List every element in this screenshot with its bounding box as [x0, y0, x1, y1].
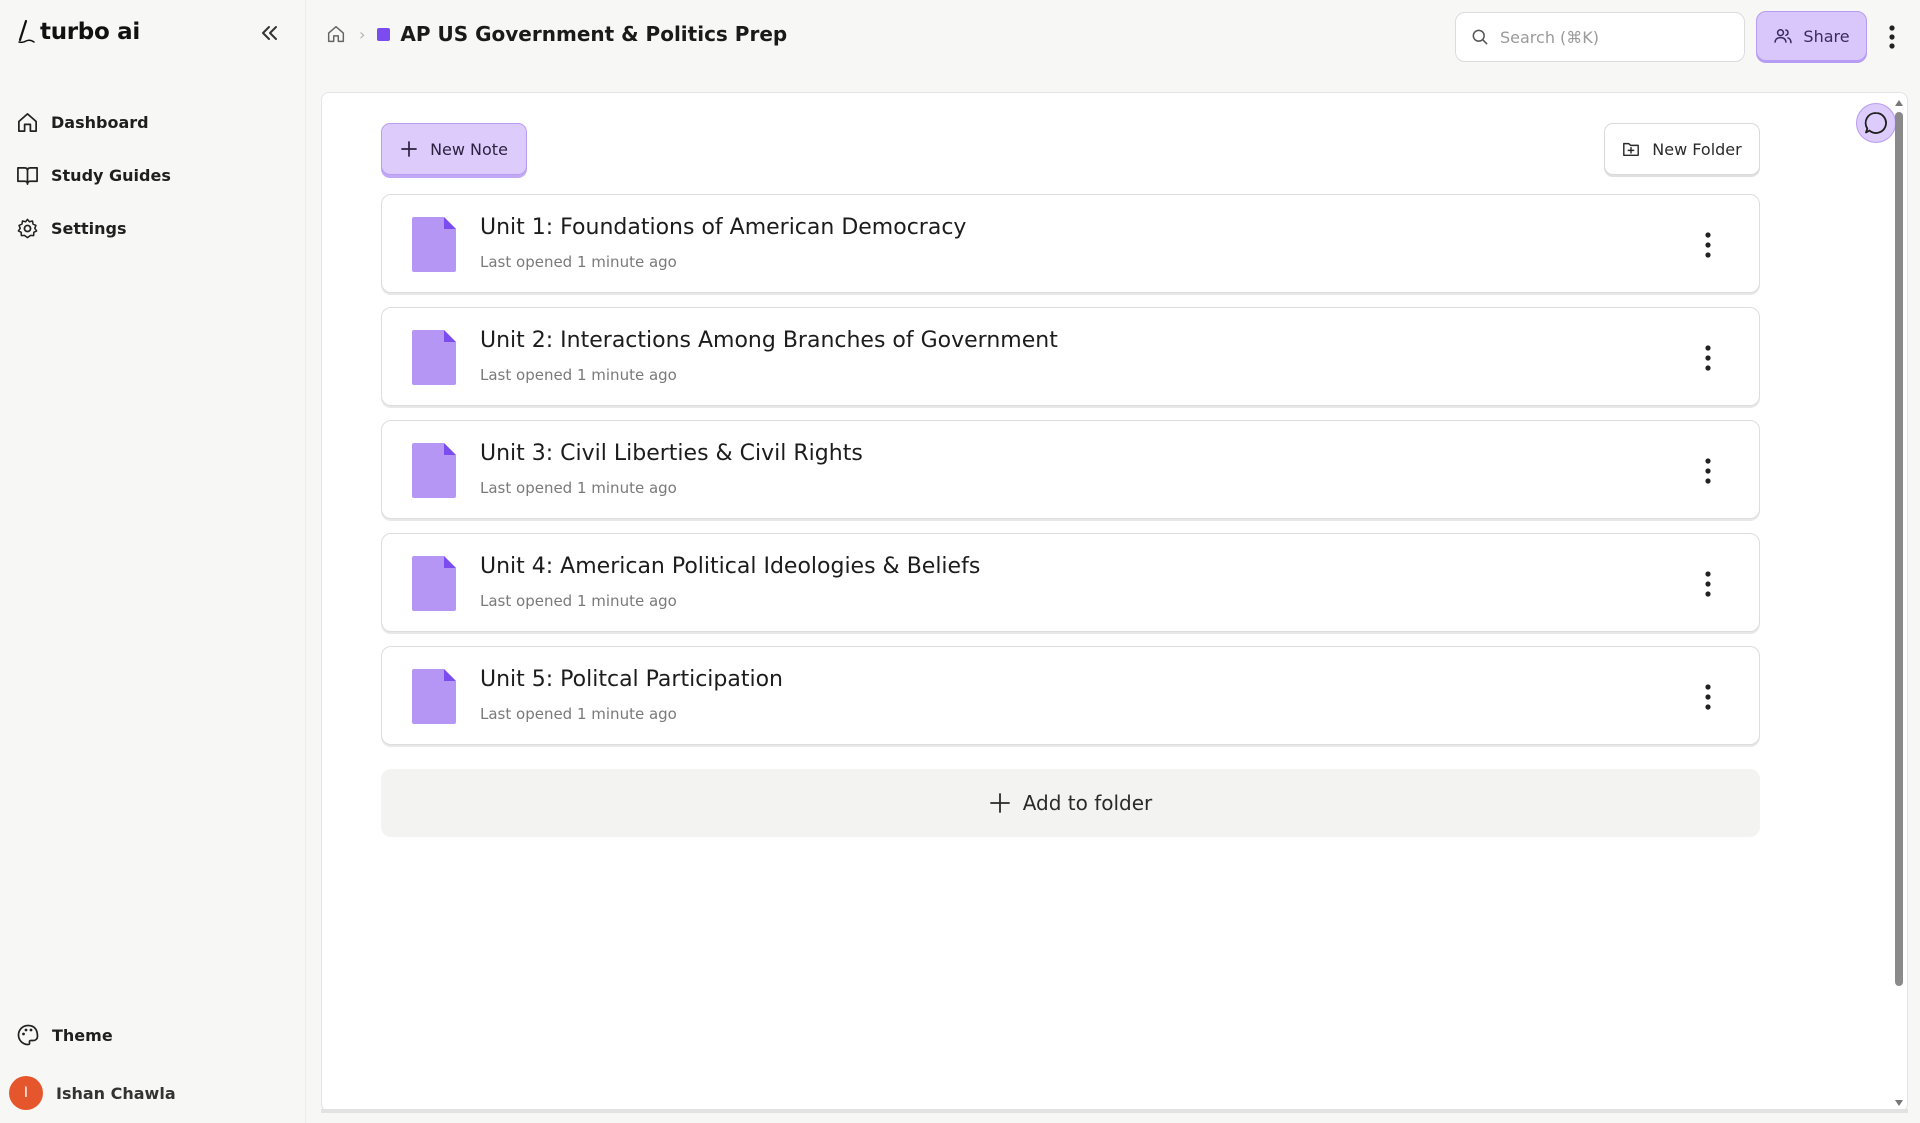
note-card[interactable]: Unit 4: American Political Ideologies & …	[381, 533, 1760, 632]
note-more-button[interactable]	[1698, 568, 1718, 600]
add-to-folder-button[interactable]: Add to folder	[381, 769, 1760, 837]
more-vertical-icon	[1889, 25, 1895, 49]
scroll-thumb[interactable]	[1895, 112, 1903, 986]
more-vertical-icon	[1705, 684, 1711, 710]
breadcrumb-home[interactable]	[325, 23, 347, 45]
scroll-down-arrow[interactable]	[1895, 1100, 1903, 1106]
note-last-opened: Last opened 1 minute ago	[480, 479, 677, 497]
scroll-up-arrow[interactable]	[1895, 100, 1903, 106]
palette-icon	[17, 1024, 39, 1046]
sidebar-item-label: Study Guides	[51, 166, 171, 185]
sidebar: turbo ai Dashboard Study Guides Settings	[0, 0, 306, 1123]
book-icon	[17, 166, 38, 185]
note-title: Unit 1: Foundations of American Democrac…	[480, 215, 967, 240]
folder-color-swatch	[377, 27, 391, 41]
sidebar-nav: Dashboard Study Guides Settings	[16, 96, 171, 255]
folder-plus-icon	[1623, 142, 1640, 157]
page-title: AP US Government & Politics Prep	[400, 22, 788, 46]
gear-icon	[17, 218, 38, 239]
sidebar-item-study-guides[interactable]: Study Guides	[16, 149, 171, 202]
note-card[interactable]: Unit 2: Interactions Among Branches of G…	[381, 307, 1760, 406]
more-options-button[interactable]	[1880, 22, 1904, 52]
home-icon	[327, 25, 345, 43]
search-input[interactable]	[1500, 27, 1720, 47]
chat-bubble-icon	[1864, 112, 1887, 134]
more-vertical-icon	[1705, 345, 1711, 371]
note-title: Unit 5: Politcal Participation	[480, 667, 783, 692]
horizontal-scroll-track	[321, 1109, 1908, 1113]
more-vertical-icon	[1705, 232, 1711, 258]
note-more-button[interactable]	[1698, 229, 1718, 261]
note-title: Unit 2: Interactions Among Branches of G…	[480, 328, 1058, 353]
chat-button[interactable]	[1856, 103, 1896, 143]
chevrons-left-icon	[262, 26, 277, 40]
new-folder-button[interactable]: New Folder	[1604, 123, 1760, 175]
more-vertical-icon	[1705, 571, 1711, 597]
breadcrumb: › AP US Government & Politics Prep	[325, 22, 787, 46]
app-logo[interactable]: turbo ai	[14, 18, 140, 46]
note-card[interactable]: Unit 5: Politcal Participation Last open…	[381, 646, 1760, 745]
users-icon	[1774, 28, 1793, 44]
note-card[interactable]: Unit 1: Foundations of American Democrac…	[381, 194, 1760, 293]
note-last-opened: Last opened 1 minute ago	[480, 592, 677, 610]
note-more-button[interactable]	[1698, 455, 1718, 487]
user-profile[interactable]: I Ishan Chawla	[9, 1076, 176, 1110]
search-icon	[1472, 29, 1488, 45]
note-more-button[interactable]	[1698, 342, 1718, 374]
breadcrumb-separator: ›	[359, 24, 366, 44]
plus-icon	[989, 793, 1010, 813]
document-icon	[412, 443, 456, 498]
search-bar[interactable]	[1455, 12, 1745, 62]
user-name: Ishan Chawla	[56, 1083, 176, 1103]
more-vertical-icon	[1705, 458, 1711, 484]
avatar: I	[9, 1076, 43, 1110]
share-label: Share	[1803, 26, 1850, 46]
breadcrumb-folder[interactable]: AP US Government & Politics Prep	[377, 22, 787, 46]
new-folder-label: New Folder	[1652, 139, 1742, 159]
sidebar-item-dashboard[interactable]: Dashboard	[16, 96, 171, 149]
new-note-label: New Note	[430, 139, 508, 159]
document-icon	[412, 330, 456, 385]
note-last-opened: Last opened 1 minute ago	[480, 705, 677, 723]
home-icon	[18, 113, 37, 132]
pen-logo-icon	[18, 19, 35, 44]
document-icon	[412, 556, 456, 611]
app-name: turbo ai	[40, 19, 140, 45]
notes-list: Unit 1: Foundations of American Democrac…	[381, 194, 1760, 759]
theme-label: Theme	[52, 1025, 113, 1045]
sidebar-item-label: Settings	[51, 219, 127, 238]
plus-icon	[401, 141, 417, 157]
note-last-opened: Last opened 1 minute ago	[480, 366, 677, 384]
note-title: Unit 4: American Political Ideologies & …	[480, 554, 981, 579]
share-button[interactable]: Share	[1756, 11, 1867, 61]
add-to-folder-label: Add to folder	[1022, 791, 1153, 815]
document-icon	[412, 217, 456, 272]
document-icon	[412, 669, 456, 724]
collapse-sidebar-button[interactable]	[254, 18, 284, 48]
new-note-button[interactable]: New Note	[381, 123, 527, 175]
theme-toggle[interactable]: Theme	[16, 1023, 113, 1047]
sidebar-item-label: Dashboard	[51, 113, 149, 132]
vertical-scrollbar[interactable]	[1893, 98, 1905, 1108]
folder-content-panel: New Note New Folder Unit 1: Foundations …	[321, 92, 1908, 1112]
sidebar-item-settings[interactable]: Settings	[16, 202, 171, 255]
note-last-opened: Last opened 1 minute ago	[480, 253, 677, 271]
note-card[interactable]: Unit 3: Civil Liberties & Civil Rights L…	[381, 420, 1760, 519]
note-more-button[interactable]	[1698, 681, 1718, 713]
note-title: Unit 3: Civil Liberties & Civil Rights	[480, 441, 863, 466]
